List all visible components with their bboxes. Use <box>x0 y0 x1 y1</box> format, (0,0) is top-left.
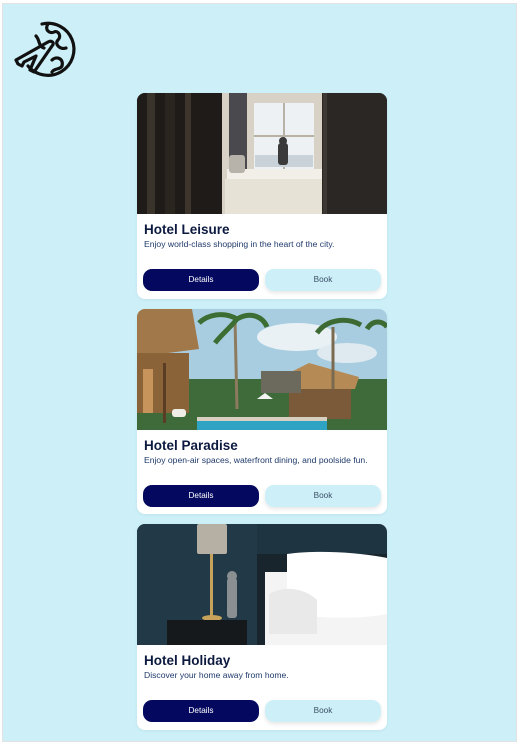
book-button[interactable]: Book <box>265 485 381 507</box>
book-button[interactable]: Book <box>265 700 381 722</box>
hotel-card: Hotel Leisure Enjoy world-class shopping… <box>137 93 387 299</box>
hotel-image <box>137 309 387 430</box>
hotel-description: Enjoy open-air spaces, waterfront dining… <box>144 455 368 465</box>
hotel-description: Discover your home away from home. <box>144 670 289 680</box>
hotel-name: Hotel Leisure <box>144 222 230 237</box>
hotel-description: Enjoy world-class shopping in the heart … <box>144 239 335 249</box>
globe-airplane-icon <box>14 21 76 77</box>
details-button[interactable]: Details <box>143 700 259 722</box>
hotel-card: Hotel Paradise Enjoy open-air spaces, wa… <box>137 309 387 514</box>
book-button[interactable]: Book <box>265 269 381 291</box>
details-button[interactable]: Details <box>143 269 259 291</box>
hotel-card: Hotel Holiday Discover your home away fr… <box>137 524 387 730</box>
hotel-name: Hotel Holiday <box>144 653 231 668</box>
hotel-name: Hotel Paradise <box>144 438 238 453</box>
hotel-image <box>137 524 387 645</box>
hotel-image <box>137 93 387 214</box>
page-background: Hotel Leisure Enjoy world-class shopping… <box>2 3 517 742</box>
details-button[interactable]: Details <box>143 485 259 507</box>
